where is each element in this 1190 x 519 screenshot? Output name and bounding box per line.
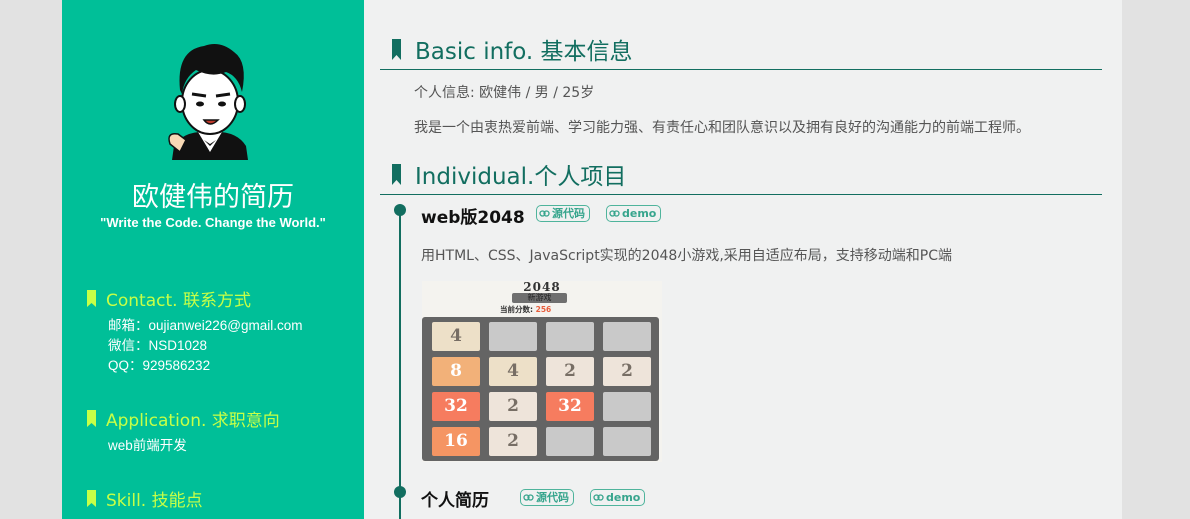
contact-email: 邮箱：oujianwei226@gmail.com bbox=[108, 318, 303, 333]
source-code-label: 源代码 bbox=[552, 207, 585, 220]
personal-info: 个人信息: 欧健伟 / 男 / 25岁 bbox=[414, 85, 595, 101]
basic-info-heading: Basic info. 基本信息 bbox=[380, 32, 1102, 70]
demo-label: demo bbox=[606, 491, 641, 504]
source-code-label: 源代码 bbox=[536, 491, 569, 504]
game-tile: 16 bbox=[432, 427, 480, 456]
game-tile bbox=[603, 427, 651, 456]
project-description: 用HTML、CSS、JavaScript实现的2048小游戏,采用自适应布局，支… bbox=[421, 248, 952, 264]
individual-heading: Individual.个人项目 bbox=[380, 157, 1102, 195]
contact-details: 邮箱：oujianwei226@gmail.com 微信：NSD1028 QQ：… bbox=[108, 316, 303, 376]
timeline-line bbox=[399, 210, 401, 519]
source-code-link[interactable]: 源代码 bbox=[536, 205, 590, 222]
source-code-link[interactable]: 源代码 bbox=[520, 489, 574, 506]
game-board: 4 8 4 2 2 32 2 32 16 2 bbox=[422, 317, 659, 461]
application-heading: Application. 求职意向 bbox=[87, 406, 280, 431]
demo-label: demo bbox=[622, 207, 657, 220]
bookmark-icon bbox=[87, 290, 96, 307]
game-tile bbox=[546, 427, 594, 456]
main-content: Basic info. 基本信息 个人信息: 欧健伟 / 男 / 25岁 我是一… bbox=[364, 0, 1122, 519]
timeline-dot bbox=[394, 204, 406, 216]
motto: "Write the Code. Change the World." bbox=[100, 215, 326, 230]
link-icon bbox=[539, 210, 550, 217]
game-tile bbox=[546, 322, 594, 351]
job-intention: web前端开发 bbox=[108, 438, 187, 453]
bookmark-icon bbox=[87, 410, 96, 427]
project-title: 个人简历 bbox=[421, 491, 489, 511]
link-icon bbox=[523, 494, 534, 501]
bookmark-icon bbox=[392, 163, 401, 185]
game-tile bbox=[603, 322, 651, 351]
link-icon bbox=[609, 210, 620, 217]
sidebar: 欧健伟的简历 "Write the Code. Change the World… bbox=[62, 0, 364, 519]
game-tile: 4 bbox=[432, 322, 480, 351]
score-label: 当前分数: bbox=[500, 305, 533, 314]
individual-title: Individual.个人项目 bbox=[415, 164, 627, 190]
game-tile: 2 bbox=[489, 392, 537, 421]
contact-title: Contact. 联系方式 bbox=[106, 291, 251, 311]
score-value: 256 bbox=[535, 305, 552, 314]
application-title: Application. 求职意向 bbox=[106, 411, 280, 431]
game-tile: 32 bbox=[546, 392, 594, 421]
application-details: web前端开发 bbox=[108, 436, 187, 456]
game-tile: 8 bbox=[432, 357, 480, 386]
new-game-button: 新游戏 bbox=[512, 293, 567, 303]
game-score: 当前分数: 256 bbox=[500, 304, 551, 315]
bookmark-icon bbox=[392, 38, 401, 60]
resume-name: 欧健伟的简历 bbox=[132, 182, 294, 213]
link-icon bbox=[593, 494, 604, 501]
demo-link[interactable]: demo bbox=[590, 489, 646, 506]
self-summary: 我是一个由衷热爱前端、学习能力强、有责任心和团队意识以及拥有良好的沟通能力的前端… bbox=[414, 120, 1030, 136]
game-tile: 32 bbox=[432, 392, 480, 421]
timeline-dot bbox=[394, 486, 406, 498]
contact-wechat: 微信：NSD1028 bbox=[108, 338, 208, 353]
project-title: web版2048 bbox=[421, 208, 525, 228]
game-tile: 2 bbox=[546, 357, 594, 386]
demo-link[interactable]: demo bbox=[606, 205, 662, 222]
skill-title: Skill. 技能点 bbox=[106, 491, 203, 511]
basic-info-title: Basic info. 基本信息 bbox=[415, 39, 633, 65]
contact-qq: QQ：929586232 bbox=[108, 358, 211, 373]
avatar bbox=[168, 44, 248, 160]
skill-heading: Skill. 技能点 bbox=[87, 486, 203, 511]
game-tile: 2 bbox=[603, 357, 651, 386]
bookmark-icon bbox=[87, 490, 96, 507]
game-tile: 2 bbox=[489, 427, 537, 456]
game-tile bbox=[603, 392, 651, 421]
game-title: 2048 bbox=[523, 280, 561, 294]
project-screenshot: 2048 新游戏 当前分数: 256 4 8 4 2 2 32 2 32 16 2 bbox=[422, 280, 662, 462]
game-tile: 4 bbox=[489, 357, 537, 386]
contact-heading: Contact. 联系方式 bbox=[87, 286, 251, 311]
game-tile bbox=[489, 322, 537, 351]
